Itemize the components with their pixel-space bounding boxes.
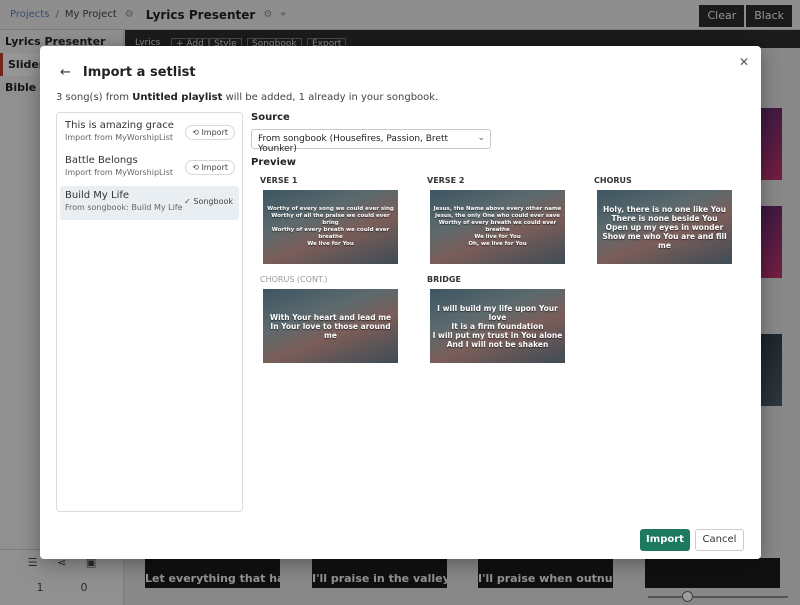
import-summary: 3 song(s) from Untitled playlist will be… (56, 92, 438, 103)
slide-label: BRIDGE (427, 275, 461, 284)
back-arrow-icon[interactable]: ← (60, 65, 71, 80)
slide-preview[interactable]: Worthy of every song we could ever sing … (263, 190, 398, 264)
cancel-button[interactable]: Cancel (695, 529, 744, 551)
list-item[interactable]: Battle Belongs Import from MyWorshipList… (60, 151, 239, 185)
source-select[interactable]: From songbook (Housefires, Passion, Bret… (251, 129, 491, 154)
songbook-badge: ✓ Songbook (184, 197, 233, 206)
summary-playlist-name: Untitled playlist (132, 92, 223, 103)
slide-preview[interactable]: Holy, there is no one like You There is … (597, 190, 732, 264)
list-item[interactable]: This is amazing grace Import from MyWors… (60, 116, 239, 150)
slide-label: VERSE 1 (260, 176, 298, 185)
import-setlist-dialog: ✕ ← Import a setlist 3 song(s) from Unti… (40, 46, 761, 559)
import-song-label: Import (201, 128, 228, 137)
slide-text: Jesus, the Name above every other name J… (433, 206, 562, 247)
summary-prefix: 3 song(s) from (56, 92, 133, 103)
dialog-header: ← Import a setlist (60, 65, 196, 80)
slide-label: CHORUS (594, 176, 632, 185)
source-label: Source (251, 112, 290, 123)
slide-text: I will build my life upon Your love It i… (432, 303, 563, 349)
import-button[interactable]: Import (640, 529, 690, 551)
chevron-down-icon: ⌄ (477, 133, 485, 143)
slide-text: With Your heart and lead me In Your love… (269, 312, 392, 340)
song-list: This is amazing grace Import from MyWors… (56, 112, 243, 512)
slide-preview[interactable]: Jesus, the Name above every other name J… (430, 190, 565, 264)
dialog-title: Import a setlist (82, 65, 196, 80)
summary-suffix: will be added, 1 already in your songboo… (222, 92, 439, 103)
import-song-button[interactable]: ⟲ Import (185, 160, 235, 175)
slide-label: VERSE 2 (427, 176, 465, 185)
slide-text: Holy, there is no one like You There is … (602, 204, 727, 250)
import-song-button[interactable]: ⟲ Import (185, 125, 235, 140)
close-icon[interactable]: ✕ (739, 55, 749, 69)
slide-label: CHORUS (CONT.) (260, 275, 328, 284)
slide-preview[interactable]: With Your heart and lead me In Your love… (263, 289, 398, 363)
slide-text: Worthy of every song we could ever sing … (267, 206, 394, 247)
source-select-value: From songbook (Housefires, Passion, Bret… (258, 134, 449, 154)
list-item[interactable]: Build My Life From songbook: Build My Li… (60, 186, 239, 220)
slide-preview[interactable]: I will build my life upon Your love It i… (430, 289, 565, 363)
import-song-label: Import (201, 163, 228, 172)
preview-label: Preview (251, 157, 297, 168)
